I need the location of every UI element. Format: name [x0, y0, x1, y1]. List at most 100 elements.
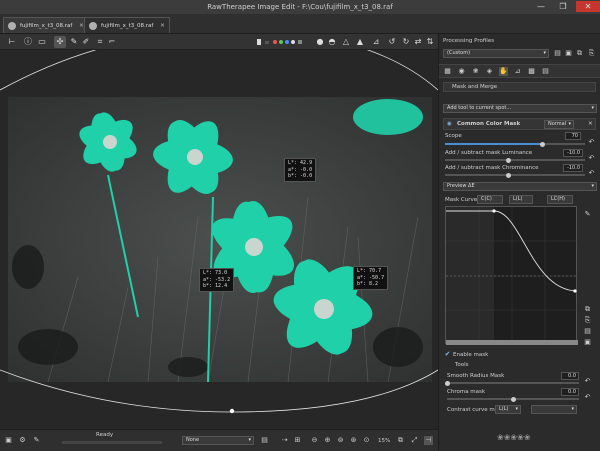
histogram-icon[interactable]: ⊿ [370, 36, 382, 48]
smooth-radius-slider[interactable] [447, 382, 579, 384]
zoom-100-icon[interactable]: ⊚ [336, 436, 345, 445]
zoom-fit-icon[interactable]: ⊛ [349, 436, 358, 445]
paste-profile-icon[interactable]: ⎘ [587, 49, 596, 58]
zoom-crop-icon[interactable]: ⊙ [362, 436, 371, 445]
shadow-warning-icon[interactable]: ▲ [354, 36, 366, 48]
tab-close-icon[interactable]: ✕ [79, 23, 84, 29]
curve-tab-lch[interactable]: LC(H) [547, 195, 573, 204]
new-detail-window-icon[interactable]: ⧉ [396, 436, 405, 445]
preview-combo[interactable]: Preview ΔE ▾ [443, 182, 597, 191]
fullscreen-icon[interactable]: ⤢ [410, 436, 419, 445]
focus-mask-icon[interactable]: ● [314, 36, 326, 48]
enable-mask-label: Enable mask [453, 352, 489, 358]
chroma-mask-value[interactable]: 0.0 [561, 388, 579, 396]
hand-tool-icon[interactable]: ✣ [54, 36, 66, 48]
curve-paste-icon[interactable]: ⎘ [583, 316, 592, 325]
preset-combo[interactable]: None ▾ [182, 436, 254, 445]
advanced-tab-icon[interactable]: ◈ [485, 67, 494, 76]
wb-picker-icon[interactable]: ✐ [80, 36, 92, 48]
curve-open-icon[interactable]: ▤ [583, 327, 592, 336]
chrominance-slider[interactable] [445, 174, 585, 176]
flip-vertical-icon[interactable]: ⇅ [424, 36, 436, 48]
color-picker-icon[interactable]: ✎ [68, 36, 80, 48]
tab-label: fujifilm_x_t3_08.raf [20, 23, 73, 29]
reset-icon[interactable]: ↶ [587, 154, 596, 163]
tools-label: Tools [455, 362, 469, 368]
send-to-editor-icon[interactable]: ✎ [32, 436, 41, 445]
edit-curve-icon[interactable]: ✎ [583, 210, 592, 219]
exposure-tab-icon[interactable]: ▦ [443, 67, 452, 76]
add-tool-text: Add tool to current spot... [447, 105, 512, 111]
save-icon[interactable]: ▣ [4, 436, 13, 445]
image-icon [8, 22, 16, 30]
load-profile-icon[interactable]: ▤ [553, 49, 562, 58]
zoom-out-icon[interactable]: ⊖ [310, 436, 319, 445]
image-canvas[interactable]: L*: 42.9 a*: -0.0 b*: -0.0 L*: 73.0 a*: … [0, 50, 438, 429]
copy-profile-icon[interactable]: ⧉ [575, 49, 584, 58]
scope-value[interactable]: 70 [565, 132, 581, 140]
flip-horizontal-icon[interactable]: ⇄ [412, 36, 424, 48]
contrast-curve-combo[interactable]: L(L) ▾ [495, 405, 521, 414]
curve-type-combo[interactable]: ▾ [531, 405, 577, 414]
tab-image-1[interactable]: fujifilm_x_t3_08.raf ✕ [3, 17, 89, 33]
chrominance-value[interactable]: -10.0 [563, 164, 583, 172]
color-tab-icon[interactable]: ❀ [471, 67, 480, 76]
transform-tab-icon[interactable]: ⊿ [513, 67, 522, 76]
image-icon [89, 22, 97, 30]
history-icon[interactable]: ⇢ [280, 436, 289, 445]
detail-tab-icon[interactable]: ◉ [457, 67, 466, 76]
info-icon[interactable]: ⓘ [22, 36, 34, 48]
spot-ellipse-overlay[interactable] [0, 50, 438, 429]
curve-tab-cc[interactable]: C(C) [477, 195, 503, 204]
curve-save-icon[interactable]: ▣ [583, 338, 592, 347]
luminance-label: Add / subtract mask Luminance [445, 150, 533, 156]
luminance-knob[interactable] [506, 157, 511, 163]
rotate-right-icon[interactable]: ↻ [400, 36, 412, 48]
chroma-mask-knob[interactable] [511, 396, 516, 402]
highlight-warning-icon[interactable]: △ [340, 36, 352, 48]
curve-tab-ll[interactable]: L(L) [509, 195, 533, 204]
hide-history-icon[interactable]: ⊢ [6, 36, 18, 48]
close-button[interactable]: ✕ [576, 1, 600, 12]
snapshot-icon[interactable]: ▤ [260, 436, 269, 445]
close-section-icon[interactable]: ✕ [588, 121, 593, 127]
smooth-radius-value[interactable]: 0.0 [561, 372, 579, 380]
locallab-tab-icon[interactable]: ✋ [499, 67, 508, 76]
luminance-value[interactable]: -10.0 [563, 149, 583, 157]
reset-icon[interactable]: ↶ [587, 169, 596, 178]
reset-icon[interactable]: ↶ [583, 377, 592, 386]
reset-icon[interactable]: ↶ [587, 138, 596, 147]
rotate-left-icon[interactable]: ↺ [386, 36, 398, 48]
toggle-panel-icon[interactable]: ⊣ [424, 436, 433, 445]
metadata-tab-icon[interactable]: ▤ [541, 67, 550, 76]
curve-editor[interactable] [445, 206, 578, 345]
channel-preview-group[interactable] [256, 36, 306, 48]
scope-knob[interactable] [540, 141, 545, 147]
before-after-icon[interactable]: ▭ [36, 36, 48, 48]
minimize-button[interactable]: — [530, 1, 552, 12]
maximize-button[interactable]: ❐ [552, 1, 574, 12]
filter-icon[interactable]: ⊞ [293, 436, 302, 445]
shadow-clip-icon[interactable]: ◓ [326, 36, 338, 48]
straighten-icon[interactable]: ⌐ [106, 36, 118, 48]
raw-tab-icon[interactable]: ▩ [527, 67, 536, 76]
chrominance-knob[interactable] [506, 172, 511, 178]
color-mask-section-header[interactable]: ◉ Common Color Mask Normal ▾ ✕ [443, 118, 596, 130]
tab-close-icon[interactable]: ✕ [160, 23, 165, 29]
queue-icon[interactable]: ⚙ [18, 436, 27, 445]
smooth-radius-knob[interactable] [445, 380, 450, 386]
tab-image-2[interactable]: fujifilm_x_t3_08.raf ✕ [84, 17, 170, 33]
crop-icon[interactable]: ⌗ [94, 36, 106, 48]
profile-combo[interactable]: (Custom) ▾ [443, 49, 549, 58]
status-text: Ready [96, 432, 114, 438]
curve-copy-icon[interactable]: ⧉ [583, 305, 592, 314]
enable-mask-checkbox[interactable]: ✔ [443, 350, 452, 359]
section-toggle-icon[interactable]: ◉ [447, 121, 452, 127]
mode-combo[interactable]: Normal ▾ [544, 120, 574, 129]
mask-merge-header[interactable]: Mask and Merge [443, 82, 596, 92]
reset-icon[interactable]: ↶ [583, 393, 592, 402]
add-tool-combo[interactable]: Add tool to current spot... ▾ [443, 104, 597, 113]
luminance-slider[interactable] [445, 159, 585, 161]
zoom-in-icon[interactable]: ⊕ [323, 436, 332, 445]
save-profile-icon[interactable]: ▣ [564, 49, 573, 58]
